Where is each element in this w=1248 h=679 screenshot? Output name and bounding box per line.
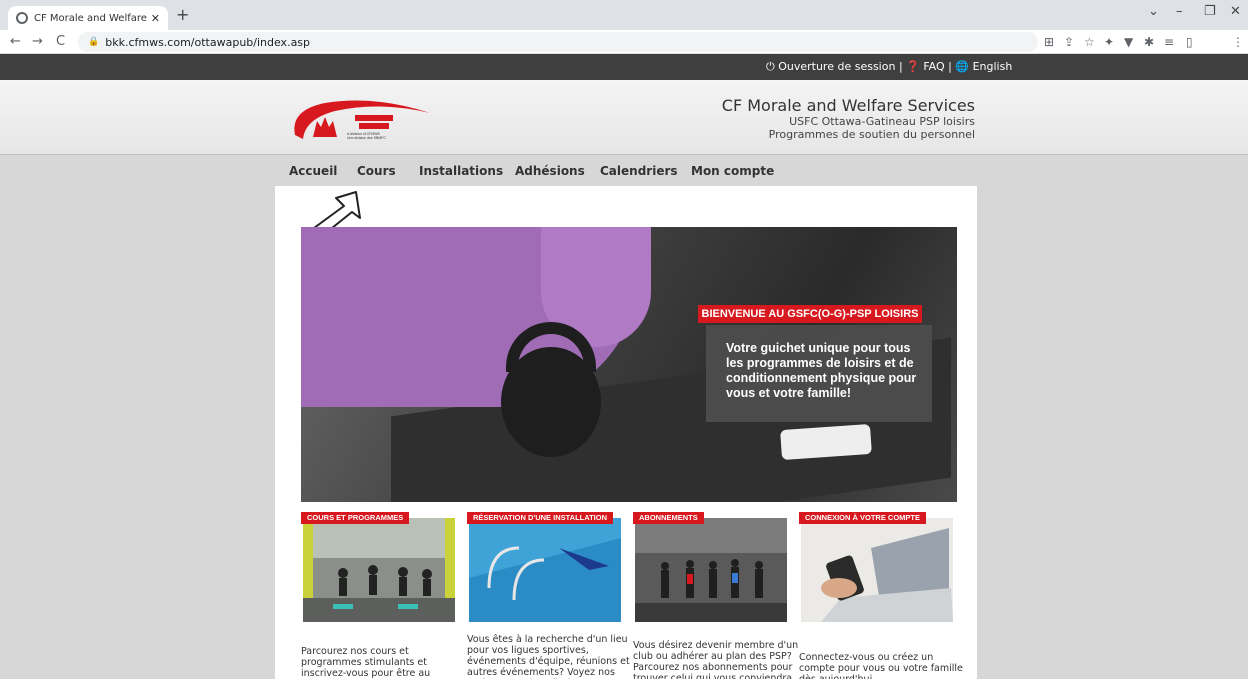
card-text: Vous êtes à la recherche d'un lieu pour …: [467, 634, 630, 679]
main-nav: Accueil Cours Installations Adhésions Ca…: [0, 154, 1248, 186]
nav-accueil[interactable]: Accueil: [289, 164, 337, 178]
site-top-bar: ⏻ Ouverture de session | ❓ FAQ | 🌐 Engli…: [0, 54, 1248, 80]
browser-tab[interactable]: CF Morale and Welfare Services ✕: [8, 6, 168, 30]
extension-red-icon[interactable]: ▼: [1124, 35, 1133, 49]
reload-button[interactable]: C: [56, 34, 65, 49]
back-button[interactable]: ←: [10, 34, 21, 49]
logo-caption-2: Une division des SBMFC: [347, 136, 386, 140]
globe-icon: 🌐: [955, 60, 970, 73]
puzzle-icon[interactable]: ✱: [1144, 35, 1154, 49]
lock-icon: 🔒: [88, 37, 100, 47]
separator: |: [948, 60, 952, 73]
address-bar: ← → C 🔒 bkk.cfmws.com/ottawapub/index.as…: [0, 30, 1248, 54]
tab-title: CF Morale and Welfare Services: [34, 12, 147, 24]
card-tag: COURS ET PROGRAMMES: [301, 512, 410, 524]
fitness-class-image: [303, 518, 455, 622]
browser-tab-bar: CF Morale and Welfare Services ✕ + ⌄ – ❐…: [0, 0, 1248, 30]
nav-installations[interactable]: Installations: [419, 164, 503, 178]
org-name: CF Morale and Welfare Services: [721, 96, 975, 115]
cfmws-logo[interactable]: A division of CFMWS Une division des SBM…: [285, 95, 435, 145]
separator: |: [898, 60, 903, 73]
org-line-2: USFC Ottawa-Gatineau PSP loisirs: [789, 115, 975, 128]
close-window-button[interactable]: ✕: [1230, 4, 1241, 19]
laptop-image: [801, 518, 953, 622]
reading-list-icon[interactable]: ≡: [1164, 35, 1174, 49]
nav-mon-compte[interactable]: Mon compte: [691, 164, 774, 178]
side-panel-icon[interactable]: ▯: [1186, 35, 1193, 49]
card-text: Vous désirez devenir membre d'un club ou…: [633, 640, 799, 679]
forward-button[interactable]: →: [32, 34, 43, 49]
nav-adhesions[interactable]: Adhésions: [515, 164, 585, 178]
header-titles: CF Morale and Welfare Services USFC Otta…: [722, 96, 975, 141]
card-tag: RÉSERVATION D'UNE INSTALLATION: [467, 512, 614, 524]
org-line-3: Programmes de soutien du personnel: [768, 128, 975, 141]
translate-icon[interactable]: ⊞: [1044, 35, 1054, 49]
login-link[interactable]: Ouverture de session: [778, 60, 895, 73]
extension-icon[interactable]: ✦: [1104, 35, 1114, 49]
minimize-button[interactable]: –: [1176, 4, 1183, 19]
help-icon: ❓: [906, 60, 920, 73]
english-link[interactable]: English: [973, 60, 1013, 73]
share-icon[interactable]: ⇪: [1064, 35, 1074, 49]
site-header: A division of CFMWS Une division des SBM…: [0, 80, 1248, 154]
faq-link[interactable]: FAQ: [923, 60, 944, 73]
card-tag: CONNEXION À VOTRE COMPTE: [799, 512, 927, 524]
maximize-button[interactable]: ❐: [1204, 4, 1216, 19]
card-tag: ABONNEMENTS: [633, 512, 704, 524]
welcome-tag: BIENVENUE AU GSFC(O-G)-PSP LOISIRS: [698, 305, 922, 323]
phone-image: [780, 423, 872, 461]
url-field[interactable]: 🔒 bkk.cfmws.com/ottawapub/index.asp: [78, 32, 1038, 52]
card-text: Connectez-vous ou créez un compte pour v…: [799, 652, 963, 679]
globe-icon: [16, 12, 28, 24]
tab-close-icon[interactable]: ✕: [151, 12, 160, 25]
card-text: Parcourez nos cours et programmes stimul…: [301, 646, 431, 679]
nav-calendriers[interactable]: Calendriers: [600, 164, 678, 178]
menu-icon[interactable]: ⋮: [1232, 35, 1244, 49]
bookmark-star-icon[interactable]: ☆: [1084, 35, 1095, 49]
nav-cours[interactable]: Cours: [357, 164, 396, 178]
top-links: ⏻ Ouverture de session | ❓ FAQ | 🌐 Engli…: [766, 60, 1012, 74]
gym-group-image: [635, 518, 787, 622]
pool-image: [469, 518, 621, 622]
tab-search-icon[interactable]: ⌄: [1148, 4, 1159, 19]
kettlebell-icon: [501, 347, 601, 457]
power-icon: ⏻: [766, 60, 775, 73]
new-tab-button[interactable]: +: [176, 5, 189, 24]
url-text: bkk.cfmws.com/ottawapub/index.asp: [105, 35, 311, 49]
welcome-text: Votre guichet unique pour tous les progr…: [706, 325, 932, 422]
